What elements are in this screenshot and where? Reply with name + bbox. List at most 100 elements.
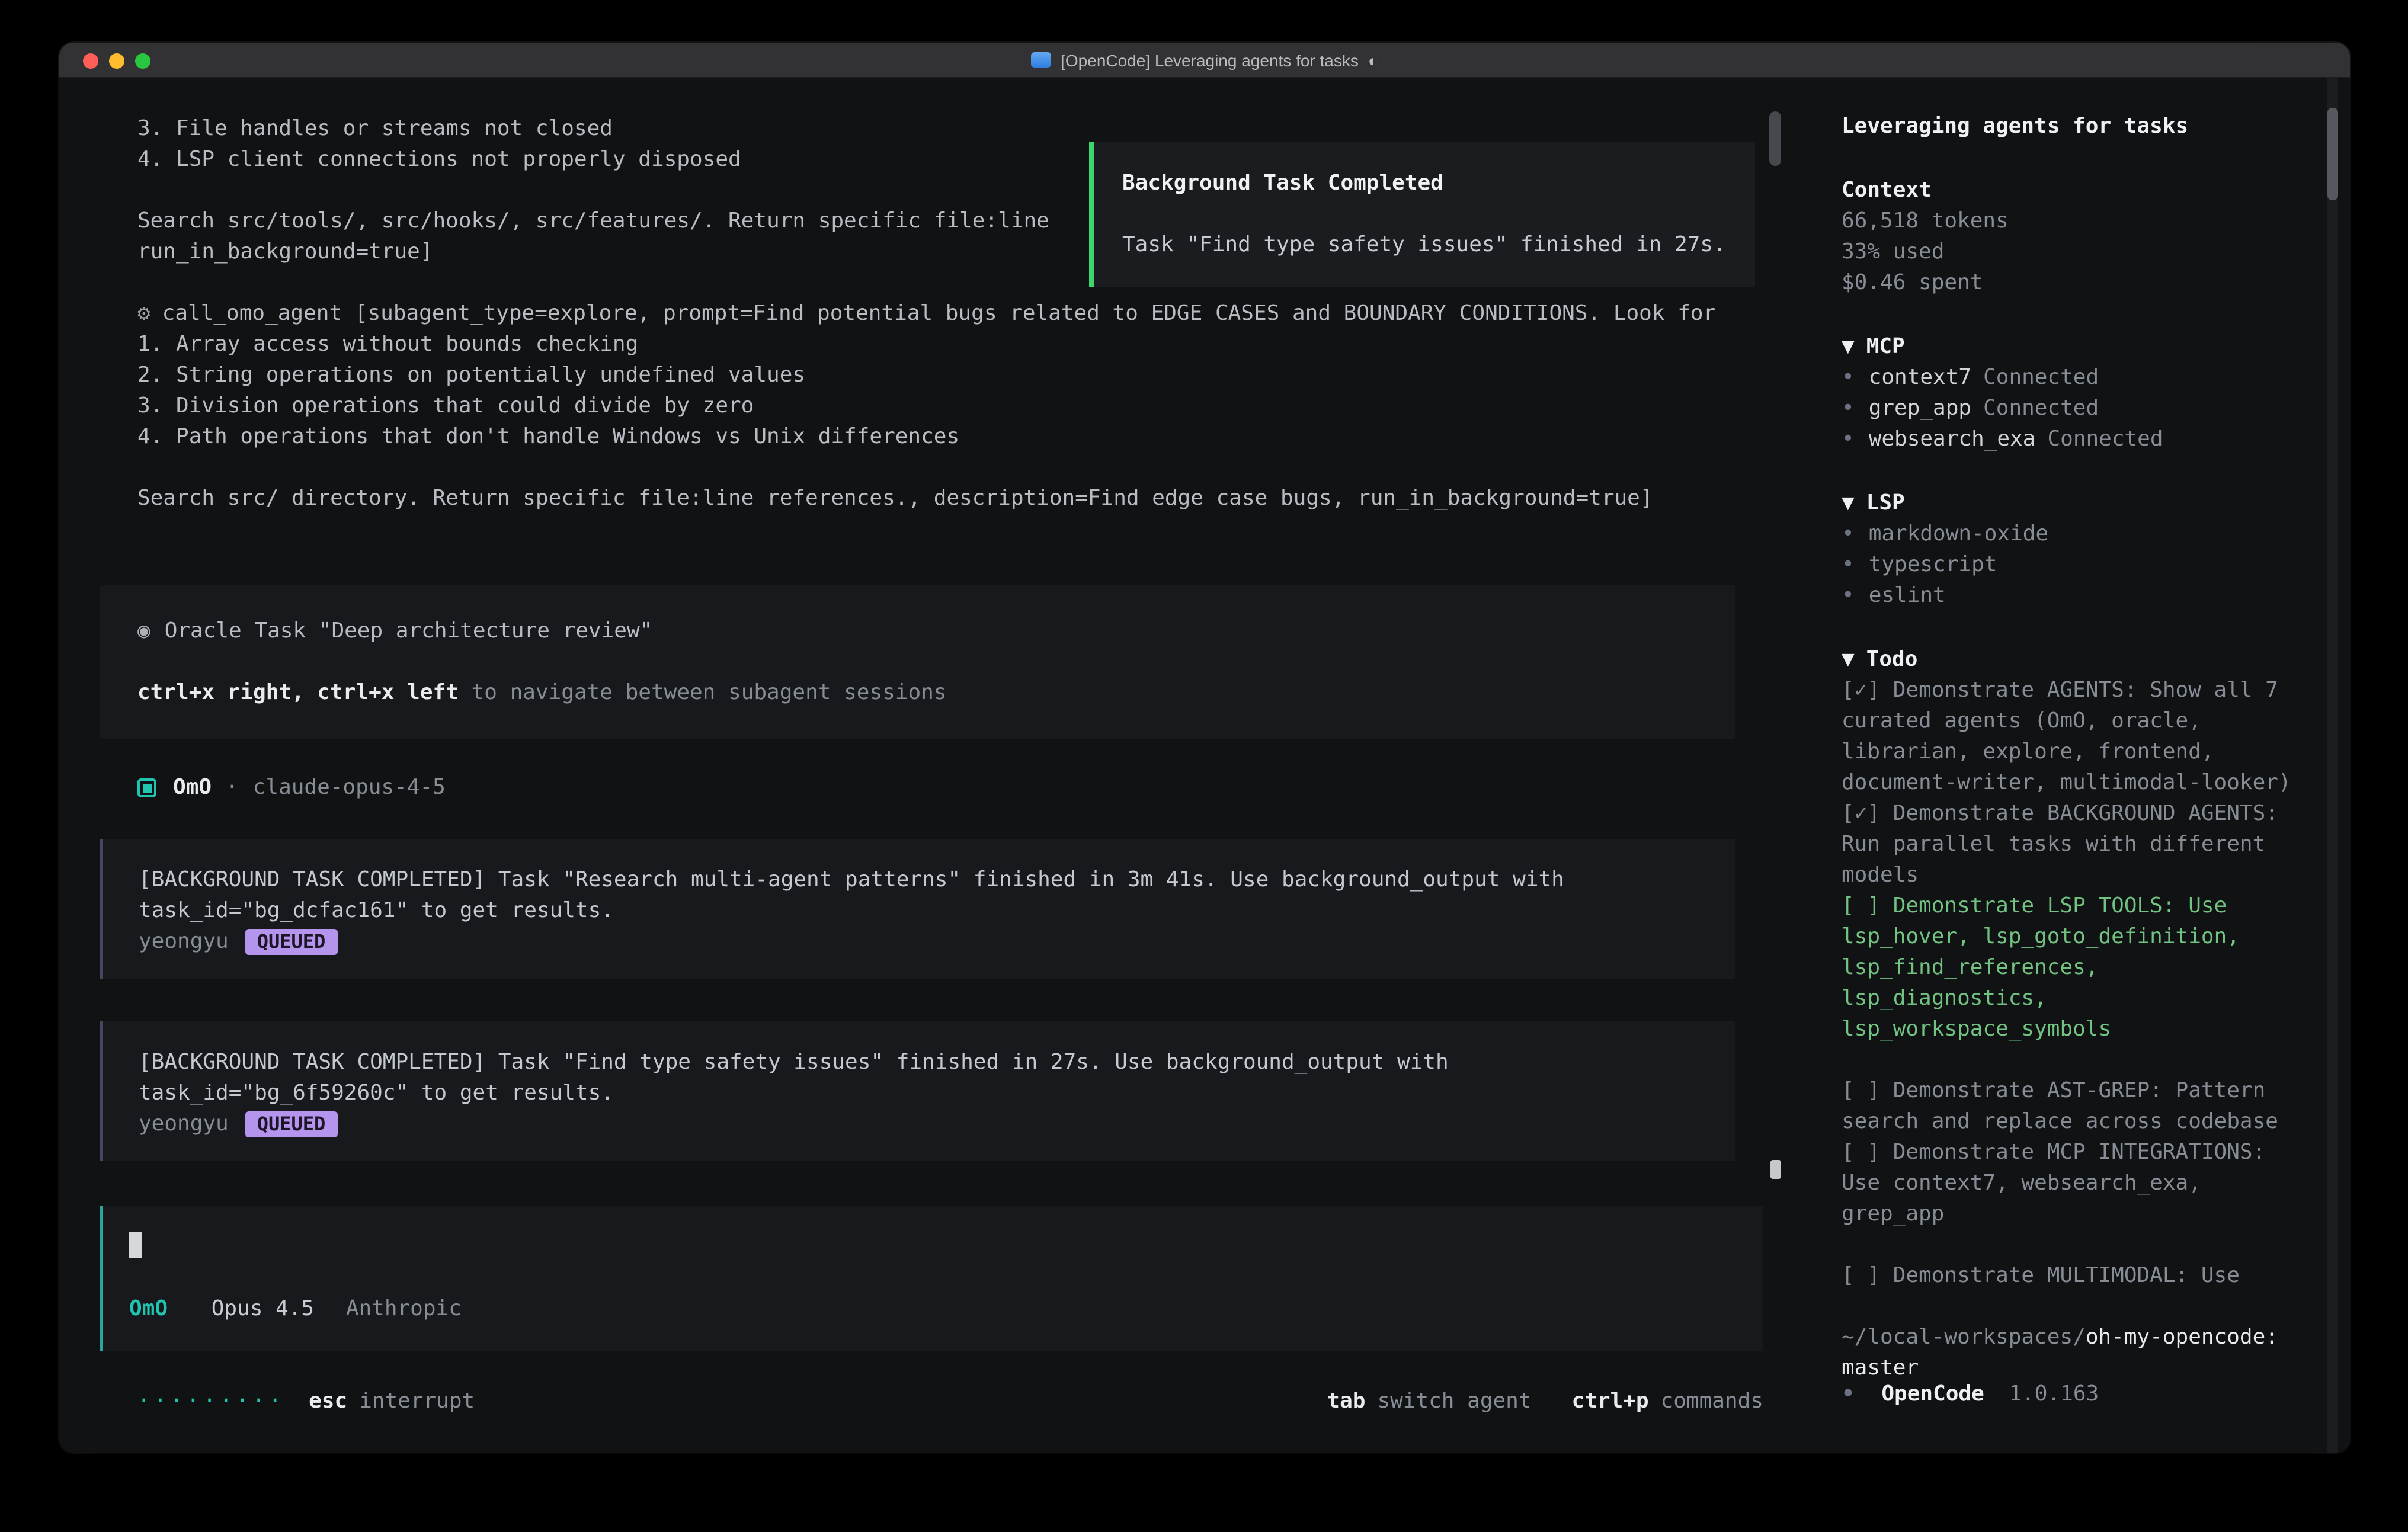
bullet-icon: • bbox=[1842, 583, 1855, 608]
sidebar: Leveraging agents for tasks Context 66,5… bbox=[1842, 78, 2350, 1453]
todo-item: [ ] Demonstrate MCP INTEGRATIONS: Use co… bbox=[1842, 1137, 2303, 1230]
statusbar-right: tab switch agent ctrl+p commands bbox=[1327, 1386, 1763, 1417]
todo-item: [✓] Demonstrate AGENTS: Show all 7 curat… bbox=[1842, 675, 2303, 799]
gear-icon: ⚙ bbox=[137, 301, 150, 326]
prompt-input[interactable]: OmO Opus 4.5 Anthropic bbox=[100, 1206, 1763, 1351]
agent-name: OmO bbox=[173, 773, 212, 803]
workspace-repo: oh-my-opencode: bbox=[2086, 1325, 2278, 1350]
lsp-item: •typescript bbox=[1842, 550, 2303, 581]
lsp-item: •markdown-oxide bbox=[1842, 519, 2303, 550]
zoom-button[interactable] bbox=[135, 53, 150, 68]
workspace-path: ~/local-workspaces/oh-my-opencode: maste… bbox=[1842, 1322, 2303, 1384]
log-line: 3. File handles or streams not closed bbox=[137, 114, 1842, 145]
esc-key-label: interrupt bbox=[359, 1386, 475, 1417]
main-scrollbar-indicator[interactable] bbox=[1770, 1160, 1781, 1179]
minimize-button[interactable] bbox=[109, 53, 124, 68]
close-button[interactable] bbox=[83, 53, 98, 68]
active-model-name: Opus 4.5 bbox=[212, 1296, 314, 1321]
todo-item: [ ] Demonstrate MULTIMODAL: Use bbox=[1842, 1261, 2303, 1291]
message-line: task_id="bg_dcfac161" to get results. bbox=[139, 896, 1735, 927]
oracle-task-title-line: ◉ Oracle Task "Deep architecture review" bbox=[137, 616, 1706, 647]
collapse-arrow-icon: ▼ bbox=[1842, 647, 1855, 672]
log-line: 2. String operations on potentially unde… bbox=[137, 360, 1842, 391]
log-line: 3. Division operations that could divide… bbox=[137, 391, 1842, 422]
app-version-number: 1.0.163 bbox=[2009, 1382, 2099, 1406]
window-title: [OpenCode] Leveraging agents for tasks bbox=[1061, 44, 1359, 75]
desktop: [OpenCode] Leveraging agents for tasks ◐… bbox=[0, 0, 2408, 1532]
tab-key-label: switch agent bbox=[1377, 1386, 1531, 1417]
todo-item: [ ] Demonstrate AST-GREP: Pattern search… bbox=[1842, 1076, 2303, 1137]
toast-title: Background Task Completed bbox=[1122, 168, 1727, 199]
traffic-lights bbox=[83, 43, 150, 78]
separator: · bbox=[226, 773, 239, 803]
agent-model: claude-opus-4-5 bbox=[253, 773, 446, 803]
lsp-section-heading[interactable]: ▼LSP bbox=[1842, 488, 2303, 519]
model-provider: Anthropic bbox=[346, 1296, 462, 1321]
oracle-task-title: Oracle Task "Deep architecture review" bbox=[165, 618, 653, 643]
activity-icon: ◐ bbox=[1368, 44, 1378, 75]
active-agent-name: OmO bbox=[129, 1296, 168, 1321]
message-line: task_id="bg_6f59260c" to get results. bbox=[139, 1078, 1735, 1109]
background-task-toast: Background Task Completed Task "Find typ… bbox=[1089, 142, 1755, 287]
context-heading: Context bbox=[1842, 175, 2303, 206]
message-line: [BACKGROUND TASK COMPLETED] Task "Resear… bbox=[139, 865, 1735, 896]
text-cursor bbox=[129, 1232, 142, 1258]
terminal-window: [OpenCode] Leveraging agents for tasks ◐… bbox=[59, 43, 2350, 1453]
assistant-message: [BACKGROUND TASK COMPLETED] Task "Find t… bbox=[100, 1021, 1735, 1161]
sidebar-scrollbar-thumb[interactable] bbox=[2327, 108, 2338, 200]
oracle-task-panel[interactable]: ◉Oracle Task "Deep architecture review" … bbox=[100, 585, 1735, 739]
chat-pane: Background Task Completed Task "Find typ… bbox=[59, 78, 1842, 1453]
subagent-nav-hint: ctrl+x right, ctrl+x left to navigate be… bbox=[137, 678, 1706, 709]
message-line: [BACKGROUND TASK COMPLETED] Task "Find t… bbox=[139, 1047, 1735, 1078]
opencode-version: • OpenCode 1.0.163 bbox=[1842, 1379, 2099, 1410]
context-spent: $0.46 spent bbox=[1842, 268, 2303, 299]
ctrlp-key-hint: ctrl+p bbox=[1572, 1386, 1649, 1417]
input-meta: OmO Opus 4.5 Anthropic bbox=[129, 1294, 1763, 1325]
collapse-arrow-icon: ▼ bbox=[1842, 334, 1855, 359]
mcp-item: •websearch_exaConnected bbox=[1842, 424, 2303, 455]
log-line: 4. Path operations that don't handle Win… bbox=[137, 422, 1842, 453]
toast-body: Task "Find type safety issues" finished … bbox=[1122, 230, 1727, 261]
hint-text: to navigate between subagent sessions bbox=[459, 680, 947, 705]
agent-session-header[interactable]: OmO · claude-opus-4-5 bbox=[137, 773, 1842, 803]
app-icon bbox=[1031, 52, 1051, 68]
window-title-group: [OpenCode] Leveraging agents for tasks ◐ bbox=[1031, 44, 1378, 75]
log-line: 1. Array access without bounds checking bbox=[137, 329, 1842, 360]
record-icon: ◉ bbox=[137, 618, 150, 643]
mcp-item: •context7Connected bbox=[1842, 363, 2303, 393]
agent-checkbox-icon bbox=[137, 778, 156, 797]
context-used: 33% used bbox=[1842, 237, 2303, 268]
bullet-icon: • bbox=[1842, 365, 1855, 390]
assistant-message: [BACKGROUND TASK COMPLETED] Task "Resear… bbox=[100, 839, 1735, 979]
esc-key-hint: esc bbox=[309, 1386, 347, 1417]
message-author: yeongyu bbox=[139, 1109, 229, 1140]
todo-item: [ ] Demonstrate LSP TOOLS: Use lsp_hover… bbox=[1842, 891, 2303, 1045]
statusbar-left: ········· esc interrupt bbox=[137, 1386, 475, 1417]
log-line: Search src/ directory. Return specific f… bbox=[137, 483, 1842, 514]
bullet-icon: • bbox=[1842, 1382, 1855, 1406]
workspace-dir: ~/local-workspaces/ bbox=[1842, 1325, 2086, 1350]
context-tokens: 66,518 tokens bbox=[1842, 206, 2303, 237]
bullet-icon: • bbox=[1842, 521, 1855, 546]
tool-call-header: ⚙ call_omo_agent [subagent_type=explore, … bbox=[137, 299, 1842, 329]
titlebar[interactable]: [OpenCode] Leveraging agents for tasks ◐ bbox=[59, 43, 2350, 78]
todo-item: [✓] Demonstrate BACKGROUND AGENTS: Run p… bbox=[1842, 799, 2303, 891]
message-meta: yeongyu QUEUED bbox=[139, 927, 1735, 957]
message-meta: yeongyu QUEUED bbox=[139, 1109, 1735, 1140]
bullet-icon: • bbox=[1842, 552, 1855, 577]
bullet-icon: • bbox=[1842, 427, 1855, 451]
bullet-icon: • bbox=[1842, 396, 1855, 421]
collapse-arrow-icon: ▼ bbox=[1842, 491, 1855, 515]
session-title: Leveraging agents for tasks bbox=[1842, 111, 2303, 142]
tool-call: ⚙ call_omo_agent [subagent_type=explore, … bbox=[137, 299, 1842, 514]
queued-badge: QUEUED bbox=[245, 929, 338, 955]
app-name: OpenCode bbox=[1881, 1382, 1984, 1406]
todo-section-heading[interactable]: ▼Todo bbox=[1842, 645, 2303, 675]
mcp-section-heading[interactable]: ▼MCP bbox=[1842, 332, 2303, 363]
message-author: yeongyu bbox=[139, 927, 229, 957]
tool-call-text: call_omo_agent [subagent_type=explore, p… bbox=[162, 301, 1717, 326]
spinner-dots-icon: ········· bbox=[137, 1386, 285, 1417]
main-scrollbar-thumb[interactable] bbox=[1769, 111, 1781, 166]
queued-badge: QUEUED bbox=[245, 1111, 338, 1137]
ctrlp-key-label: commands bbox=[1661, 1386, 1763, 1417]
